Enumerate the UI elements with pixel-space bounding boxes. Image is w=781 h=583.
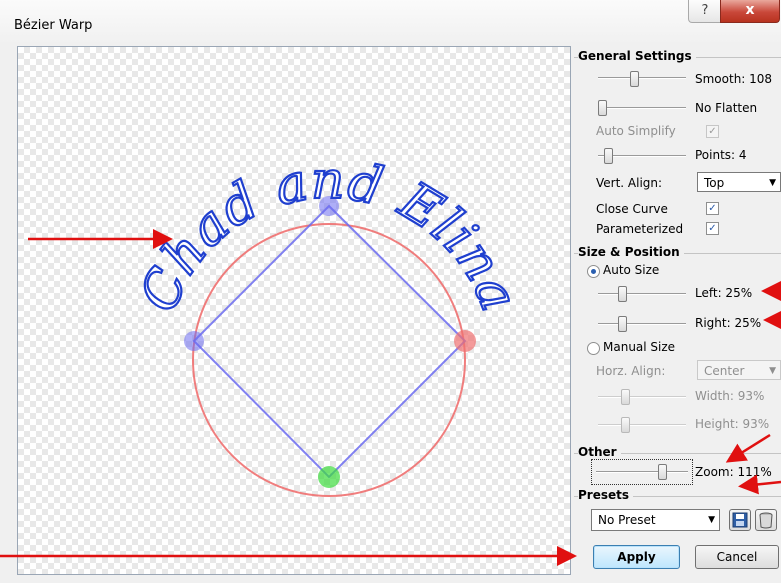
bezier-warp-dialog: Bézier Warp ? x Chad and Elina General S… bbox=[0, 0, 781, 583]
annotation-overlay bbox=[0, 229, 781, 566]
annotation-arrow-zoom bbox=[725, 433, 771, 463]
annotation-arrow-save bbox=[738, 474, 781, 495]
